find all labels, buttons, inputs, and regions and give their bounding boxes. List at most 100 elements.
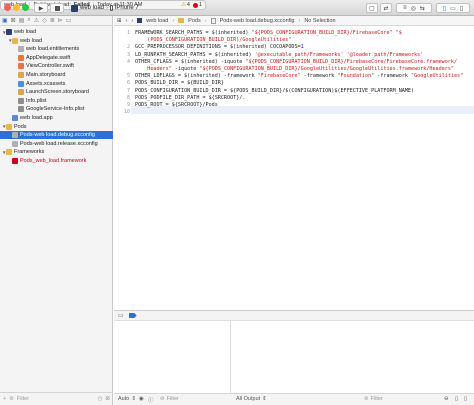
- issue-tab-icon[interactable]: ⚠: [34, 17, 39, 24]
- debug-bar: ▭: [114, 310, 474, 321]
- find-tab-icon[interactable]: ⌕: [27, 17, 30, 24]
- code-line: OTHER_CFLAGS = $(inherited) -iquote "${P…: [135, 59, 457, 65]
- tree-item-label: Main.storyboard: [26, 72, 66, 78]
- console-view[interactable]: [232, 321, 474, 393]
- code-line: LD_RUNPATH_SEARCH_PATHS = $(inherited) '…: [135, 52, 423, 58]
- output-popup[interactable]: All Output ⇕: [236, 396, 267, 402]
- code-review-button[interactable]: ⇄: [380, 3, 392, 13]
- folder-icon: [12, 37, 18, 44]
- tree-item-label: Frameworks: [14, 149, 45, 156]
- tree-item-label: Pods-web load.debug.xcconfig: [20, 132, 95, 139]
- crumb-project-icon: [137, 18, 143, 23]
- editor-mode-segmented[interactable]: ≡ ◎ ⇆: [396, 3, 432, 13]
- line-number: 2: [126, 44, 130, 51]
- run-button[interactable]: ▶: [34, 3, 48, 13]
- tree-item[interactable]: LaunchScreen.storyboard: [0, 88, 113, 96]
- print-description-icon[interactable]: ⓘ: [148, 396, 154, 404]
- symbol-tab-icon[interactable]: ▤: [19, 17, 25, 24]
- clear-console-icon[interactable]: ⊖: [444, 396, 449, 402]
- chevron-updown-icon: ⇕: [262, 396, 267, 402]
- breadcrumb-project[interactable]: web load: [146, 18, 168, 24]
- warning-badge[interactable]: ⚠ 4: [181, 2, 190, 8]
- split-view-icon[interactable]: ▯: [455, 396, 458, 402]
- source-control-filter-icon[interactable]: ⊠: [105, 396, 110, 402]
- close-window-button[interactable]: [4, 4, 11, 11]
- tree-item-label: Info.plist: [26, 97, 47, 104]
- tree-item[interactable]: ▼ web load: [0, 37, 113, 45]
- code-line: PODS_ROOT = ${SRCROOT}/Pods: [135, 102, 218, 108]
- tree-item[interactable]: Pods_web_load.framework: [0, 157, 113, 165]
- device-name: iPhone 7: [115, 5, 139, 11]
- tree-item[interactable]: Main.storyboard: [0, 71, 113, 79]
- breadcrumb-selection[interactable]: No Selection: [304, 18, 335, 24]
- navigator-filter-input[interactable]: Filter: [17, 396, 29, 402]
- console-filter-input[interactable]: ⊜ Filter: [364, 396, 383, 402]
- tree-item-label: GoogleService-Info.plist: [26, 106, 85, 113]
- test-tab-icon[interactable]: ◇: [42, 17, 47, 24]
- tree-item[interactable]: ▼ Pods: [0, 123, 113, 131]
- add-icon[interactable]: +: [3, 396, 6, 402]
- hide-debug-area-icon[interactable]: ▭: [118, 312, 124, 319]
- folder-tab-icon[interactable]: ▣: [2, 17, 8, 24]
- tree-item[interactable]: Pods-web load.debug.xcconfig: [0, 131, 113, 140]
- tree-item[interactable]: Info.plist: [0, 97, 113, 105]
- tree-item[interactable]: GoogleService-Info.plist: [0, 105, 113, 113]
- back-icon[interactable]: ‹: [126, 18, 128, 24]
- storyboard-icon: [18, 72, 24, 78]
- line-number: 4: [126, 58, 130, 65]
- variables-scope-popup[interactable]: Auto ⇕: [118, 396, 136, 402]
- navigator-filter-bar: + ⊜ Filter ◷ ⊠: [0, 392, 113, 405]
- tree-item[interactable]: ▼ Frameworks: [0, 148, 113, 156]
- code-token: -iquote: [171, 66, 200, 72]
- tree-item-label: web load: [20, 37, 43, 44]
- tree-item[interactable]: web load.entitlements: [0, 45, 113, 53]
- library-icon: ▢: [369, 5, 375, 12]
- breakpoint-tab-icon[interactable]: ⊳: [58, 17, 63, 24]
- panel-toggle-segmented[interactable]: ▯ ▭ ▯: [436, 3, 470, 13]
- source-editor[interactable]: 1 2 3 4 5 6 7 8 9 10 FRAMEWORK_SEARCH_PATHS = $(i…: [114, 27, 474, 310]
- quick-look-icon[interactable]: ◉: [139, 396, 144, 402]
- recent-files-icon[interactable]: ◷: [98, 396, 103, 402]
- related-items-icon[interactable]: ⊞: [117, 18, 122, 24]
- code-line: GCC_PREPROCESSOR_DEFINITIONS = $(inherit…: [135, 44, 304, 50]
- scheme-selector[interactable]: web load › iPhone 7: [71, 3, 141, 13]
- forward-icon[interactable]: ›: [131, 18, 133, 24]
- zoom-window-button[interactable]: [22, 4, 29, 11]
- version-editor-icon: ⇆: [419, 5, 425, 12]
- code-token: OTHER_LDFLAGS = $(inherited) -framework: [135, 73, 258, 80]
- variables-filter-input[interactable]: ⊜ Filter: [160, 396, 179, 402]
- code-line: (PODS_CONFIGURATION_BUILD_DIR)/GoogleUti…: [135, 37, 291, 43]
- code-token: (PODS_CONFIGURATION_BUILD_DIR)/GoogleUti…: [135, 37, 292, 44]
- report-tab-icon[interactable]: ▭: [66, 17, 72, 24]
- variables-filter-placeholder: Filter: [166, 396, 179, 402]
- variables-view[interactable]: [114, 321, 231, 393]
- tree-item-label: Pods: [14, 123, 27, 130]
- breadcrumb-file[interactable]: Pods-web load.debug.xcconfig: [220, 18, 295, 24]
- tree-item[interactable]: Pods-web load.release.xcconfig: [0, 140, 113, 148]
- minimize-window-button[interactable]: [13, 4, 20, 11]
- breakpoint-toggle-icon[interactable]: [128, 313, 137, 318]
- stop-button[interactable]: [50, 3, 64, 13]
- line-number: 3: [126, 51, 130, 58]
- chevron-right-icon: ›: [106, 5, 109, 11]
- storyboard-icon: [18, 89, 24, 96]
- library-button[interactable]: ▢: [366, 3, 378, 13]
- filter-icon: ⊜: [160, 396, 165, 402]
- warning-icon: ⚠: [180, 2, 186, 8]
- error-badge[interactable]: 1: [192, 2, 202, 8]
- console-toggle-icon[interactable]: ▯: [464, 396, 467, 402]
- tree-item[interactable]: ▼ web load: [0, 28, 113, 36]
- code-token: GCC_PREPROCESSOR_DEFINITIONS = $(inherit…: [135, 44, 301, 51]
- source-control-tab-icon[interactable]: ⊠: [11, 17, 16, 24]
- tree-item[interactable]: AppDelegate.swift: [0, 54, 113, 62]
- tree-item-label: LaunchScreen.storyboard: [26, 89, 89, 96]
- tree-item[interactable]: ViewController.swift: [0, 62, 113, 70]
- breadcrumb-folder[interactable]: Pods: [188, 18, 201, 24]
- app-icon: [12, 115, 18, 121]
- tree-item-label: Assets.xcassets: [26, 80, 66, 87]
- code-token: "${PODS_CONFIGURATION_BUILD_DIR}/GoogleU…: [199, 66, 454, 72]
- debug-tab-icon[interactable]: ≣: [50, 17, 55, 24]
- code-token: -framework: [300, 73, 338, 80]
- tree-item[interactable]: web load.app: [0, 114, 113, 122]
- tree-item[interactable]: Assets.xcassets: [0, 80, 113, 88]
